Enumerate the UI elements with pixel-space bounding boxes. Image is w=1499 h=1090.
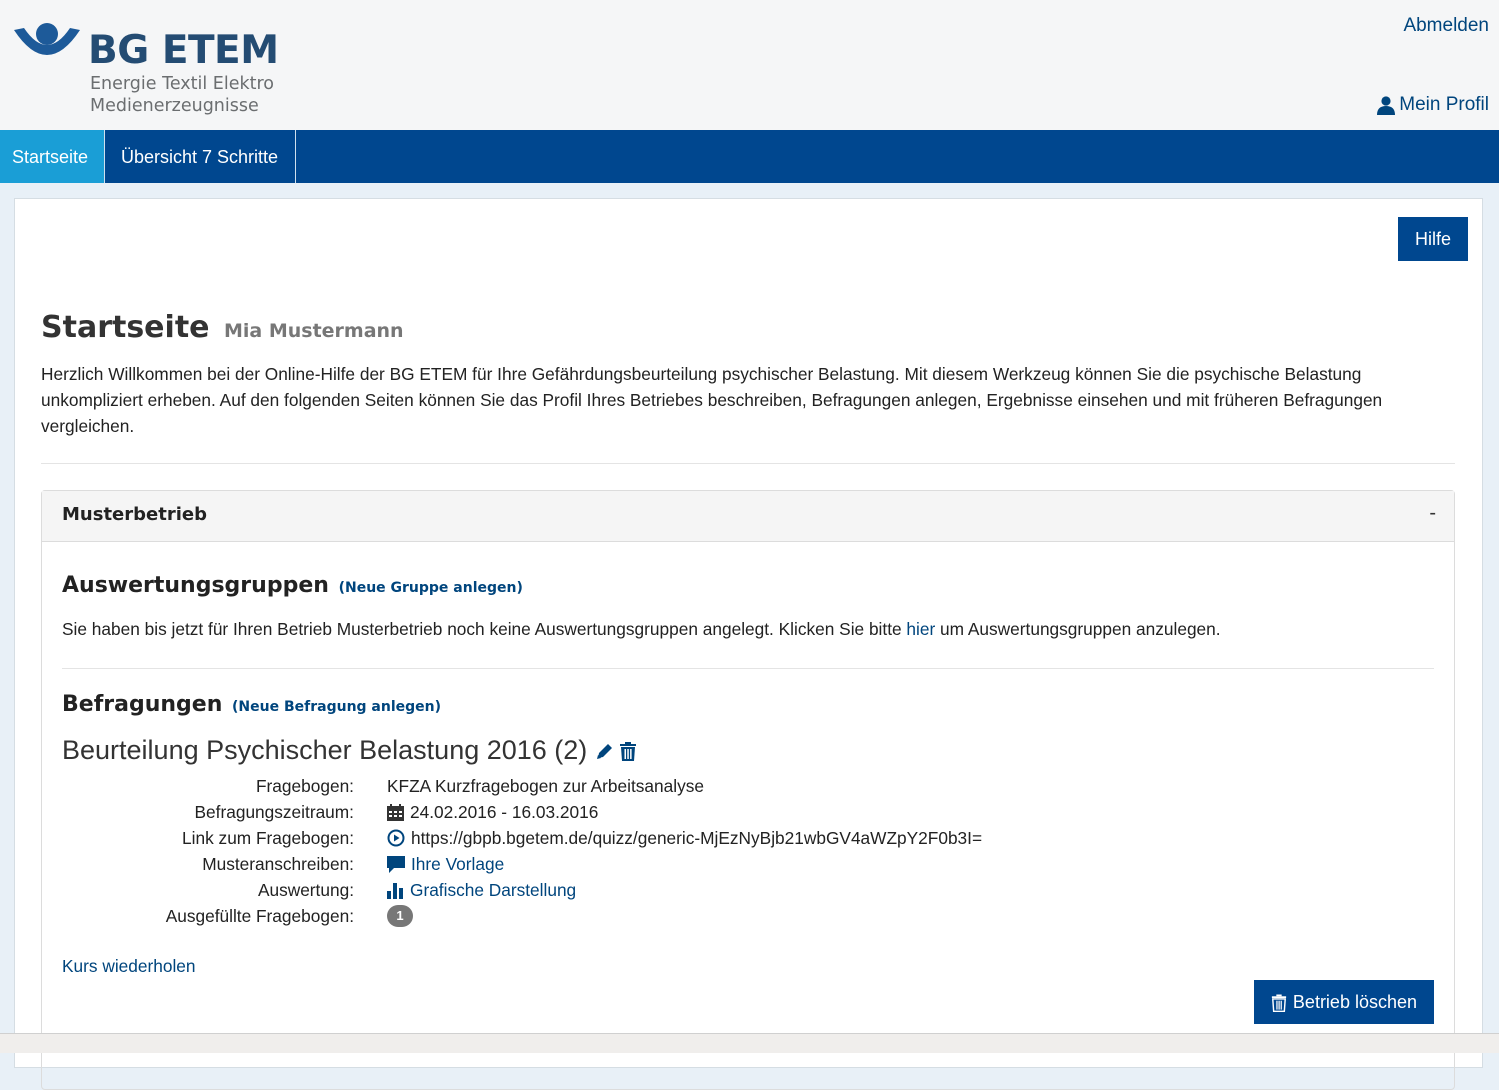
questionnaire-url[interactable]: https://gbpb.bgetem.de/quizz/generic-MjE… <box>411 828 982 849</box>
surveys-title: Befragungen <box>62 692 223 717</box>
collapse-toggle[interactable]: - <box>1429 502 1436 525</box>
pencil-icon[interactable] <box>595 741 615 761</box>
page-title-text: Startseite <box>41 310 210 345</box>
detail-label: Auswertung: <box>257 879 354 900</box>
count-badge: 1 <box>387 905 413 927</box>
detail-row-link: Link zum Fragebogen: https://gbpb.bgetem… <box>62 825 982 851</box>
surveys-heading: Befragungen (Neue Befragung anlegen) <box>62 692 441 717</box>
company-panel: Musterbetrieb - Auswertungsgruppen (Neue… <box>41 490 1455 1090</box>
page-title: Startseite Mia Mustermann <box>41 310 404 345</box>
divider <box>41 463 1455 464</box>
survey-title: Beurteilung Psychischer Belastung 2016 (… <box>62 735 637 766</box>
panel-title: Musterbetrieb <box>62 504 207 525</box>
window-bottom-bar <box>0 1033 1499 1053</box>
detail-label: Fragebogen: <box>255 775 354 796</box>
trash-icon[interactable] <box>619 741 637 761</box>
play-circle-icon <box>387 829 405 847</box>
trash-icon <box>1271 994 1287 1012</box>
comment-icon <box>387 855 405 873</box>
user-name: Mia Mustermann <box>223 320 404 342</box>
survey-details: Fragebogen: KFZA Kurzfragebogen zur Arbe… <box>62 773 982 929</box>
panel-header[interactable]: Musterbetrieb - <box>42 491 1454 542</box>
repeat-course-link[interactable]: Kurs wiederholen <box>62 956 196 977</box>
logo-mark-icon <box>14 23 80 55</box>
detail-row-ausgefuellte: Ausgefüllte Fragebogen: 1 <box>62 903 982 929</box>
profile-link[interactable]: Mein Profil <box>1377 94 1489 116</box>
bg-etem-logo[interactable]: BG ETEM Energie Textil Elektro Medienerz… <box>14 22 284 122</box>
bar-chart-icon <box>387 882 403 899</box>
groups-here-link[interactable]: hier <box>906 619 935 639</box>
delete-company-label: Betrieb löschen <box>1292 991 1417 1012</box>
user-icon <box>1377 95 1396 115</box>
logo-subtitle-line2: Medienerzeugnisse <box>90 96 259 116</box>
detail-value: 24.02.2016 - 16.03.2016 <box>410 801 599 822</box>
detail-row-zeitraum: Befragungszeitraum: 24.02.2016 - 16.03.2… <box>62 799 982 825</box>
calendar-icon <box>387 803 404 821</box>
help-button[interactable]: Hilfe <box>1398 217 1468 261</box>
detail-label: Musteranschreiben: <box>202 853 354 874</box>
intro-text: Herzlich Willkommen bei der Online-Hilfe… <box>41 364 1383 436</box>
groups-text: Sie haben bis jetzt für Ihren Betrieb Mu… <box>62 619 1221 640</box>
detail-row-fragebogen: Fragebogen: KFZA Kurzfragebogen zur Arbe… <box>62 773 982 799</box>
detail-row-musteranschreiben: Musteranschreiben: Ihre Vorlage <box>62 851 982 877</box>
detail-label: Befragungszeitraum: <box>194 801 354 822</box>
nav-item-uebersicht[interactable]: Übersicht 7 Schritte <box>105 130 296 183</box>
nav-item-startseite[interactable]: Startseite <box>0 130 105 183</box>
chart-link[interactable]: Grafische Darstellung <box>410 880 576 901</box>
new-survey-link[interactable]: (Neue Befragung anlegen) <box>232 699 441 715</box>
groups-text-before: Sie haben bis jetzt für Ihren Betrieb Mu… <box>62 619 907 639</box>
logo-title: BG ETEM <box>88 28 279 73</box>
groups-text-after: um Auswertungsgruppen anzulegen. <box>935 619 1221 639</box>
survey-title-text: Beurteilung Psychischer Belastung 2016 (… <box>62 735 588 765</box>
logo-subtitle: Energie Textil Elektro Medienerzeugnisse <box>90 73 274 117</box>
main-content: Hilfe Startseite Mia Mustermann Herzlich… <box>14 198 1483 1090</box>
divider <box>62 668 1434 669</box>
groups-heading: Auswertungsgruppen (Neue Gruppe anlegen) <box>62 573 523 598</box>
template-link[interactable]: Ihre Vorlage <box>411 854 504 875</box>
detail-label: Link zum Fragebogen: <box>182 827 354 848</box>
logout-link[interactable]: Abmelden <box>1403 15 1489 37</box>
detail-row-auswertung: Auswertung: Grafische Darstellung <box>62 877 982 903</box>
profile-label: Mein Profil <box>1399 94 1489 115</box>
delete-company-button[interactable]: Betrieb löschen <box>1253 980 1434 1024</box>
groups-title: Auswertungsgruppen <box>62 573 329 598</box>
main-nav: Startseite Übersicht 7 Schritte <box>0 130 1499 183</box>
logo-subtitle-line1: Energie Textil Elektro <box>90 74 274 94</box>
new-group-link[interactable]: (Neue Gruppe anlegen) <box>339 580 523 596</box>
page-header: BG ETEM Energie Textil Elektro Medienerz… <box>0 0 1499 130</box>
detail-label: Ausgefüllte Fragebogen: <box>165 905 354 926</box>
detail-value: KFZA Kurzfragebogen zur Arbeitsanalyse <box>387 775 704 796</box>
